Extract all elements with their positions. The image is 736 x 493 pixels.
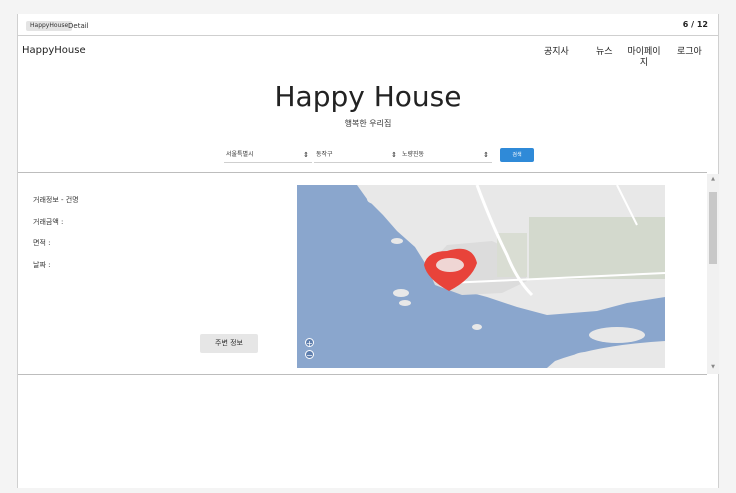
map-view[interactable]: + −: [297, 185, 665, 368]
section-divider-top: [18, 172, 707, 173]
city-select-value: 서울특별시: [226, 151, 254, 158]
nav-news[interactable]: 뉴스: [596, 47, 613, 58]
city-select[interactable]: 서울특별시 ⇕: [224, 147, 312, 163]
app-frame: HappyHouse Detail 6 / 12 HappyHouse 공지사 …: [17, 14, 719, 488]
scroll-down-icon[interactable]: ▼: [709, 364, 717, 370]
nav-logout[interactable]: 로그아: [677, 47, 702, 58]
chevron-updown-icon: ⇕: [391, 151, 397, 159]
page-counter: 6 / 12: [682, 20, 708, 29]
deal-date-label: 날짜 :: [33, 261, 51, 269]
top-bar: HappyHouse Detail 6 / 12: [18, 14, 718, 36]
tab-happyhouse[interactable]: HappyHouse: [26, 21, 73, 31]
map-tiles: [357, 185, 665, 368]
district-select[interactable]: 동작구 ⇕: [314, 147, 400, 163]
section-divider-bottom: [18, 374, 707, 375]
page-title: Happy House: [274, 80, 462, 113]
scrollbar[interactable]: ▲ ▼: [707, 174, 719, 374]
tab-detail[interactable]: Detail: [68, 21, 89, 31]
nav-mypage[interactable]: 마이페이 지: [622, 47, 666, 69]
deal-heading: 거래정보 - 건명: [33, 196, 79, 204]
dong-select[interactable]: 노량진동 ⇕: [400, 147, 492, 163]
district-select-value: 동작구: [316, 151, 333, 158]
page-subtitle: 행복한 우리집: [344, 119, 392, 128]
deal-area-label: 면적 :: [33, 239, 51, 247]
zoom-out-button[interactable]: −: [305, 350, 314, 360]
dong-select-value: 노량진동: [402, 151, 425, 158]
nearby-info-button[interactable]: 주변 정보: [200, 334, 258, 353]
brand-logo[interactable]: HappyHouse: [22, 45, 86, 56]
chevron-updown-icon: ⇕: [303, 151, 309, 159]
chevron-updown-icon: ⇕: [483, 151, 489, 159]
zoom-in-button[interactable]: +: [305, 338, 314, 348]
nav-notice[interactable]: 공지사: [544, 47, 569, 58]
deal-amount-label: 거래금액 :: [33, 218, 64, 226]
scroll-thumb[interactable]: [709, 192, 717, 264]
search-button[interactable]: 검색: [500, 148, 534, 162]
scroll-up-icon[interactable]: ▲: [709, 176, 717, 182]
